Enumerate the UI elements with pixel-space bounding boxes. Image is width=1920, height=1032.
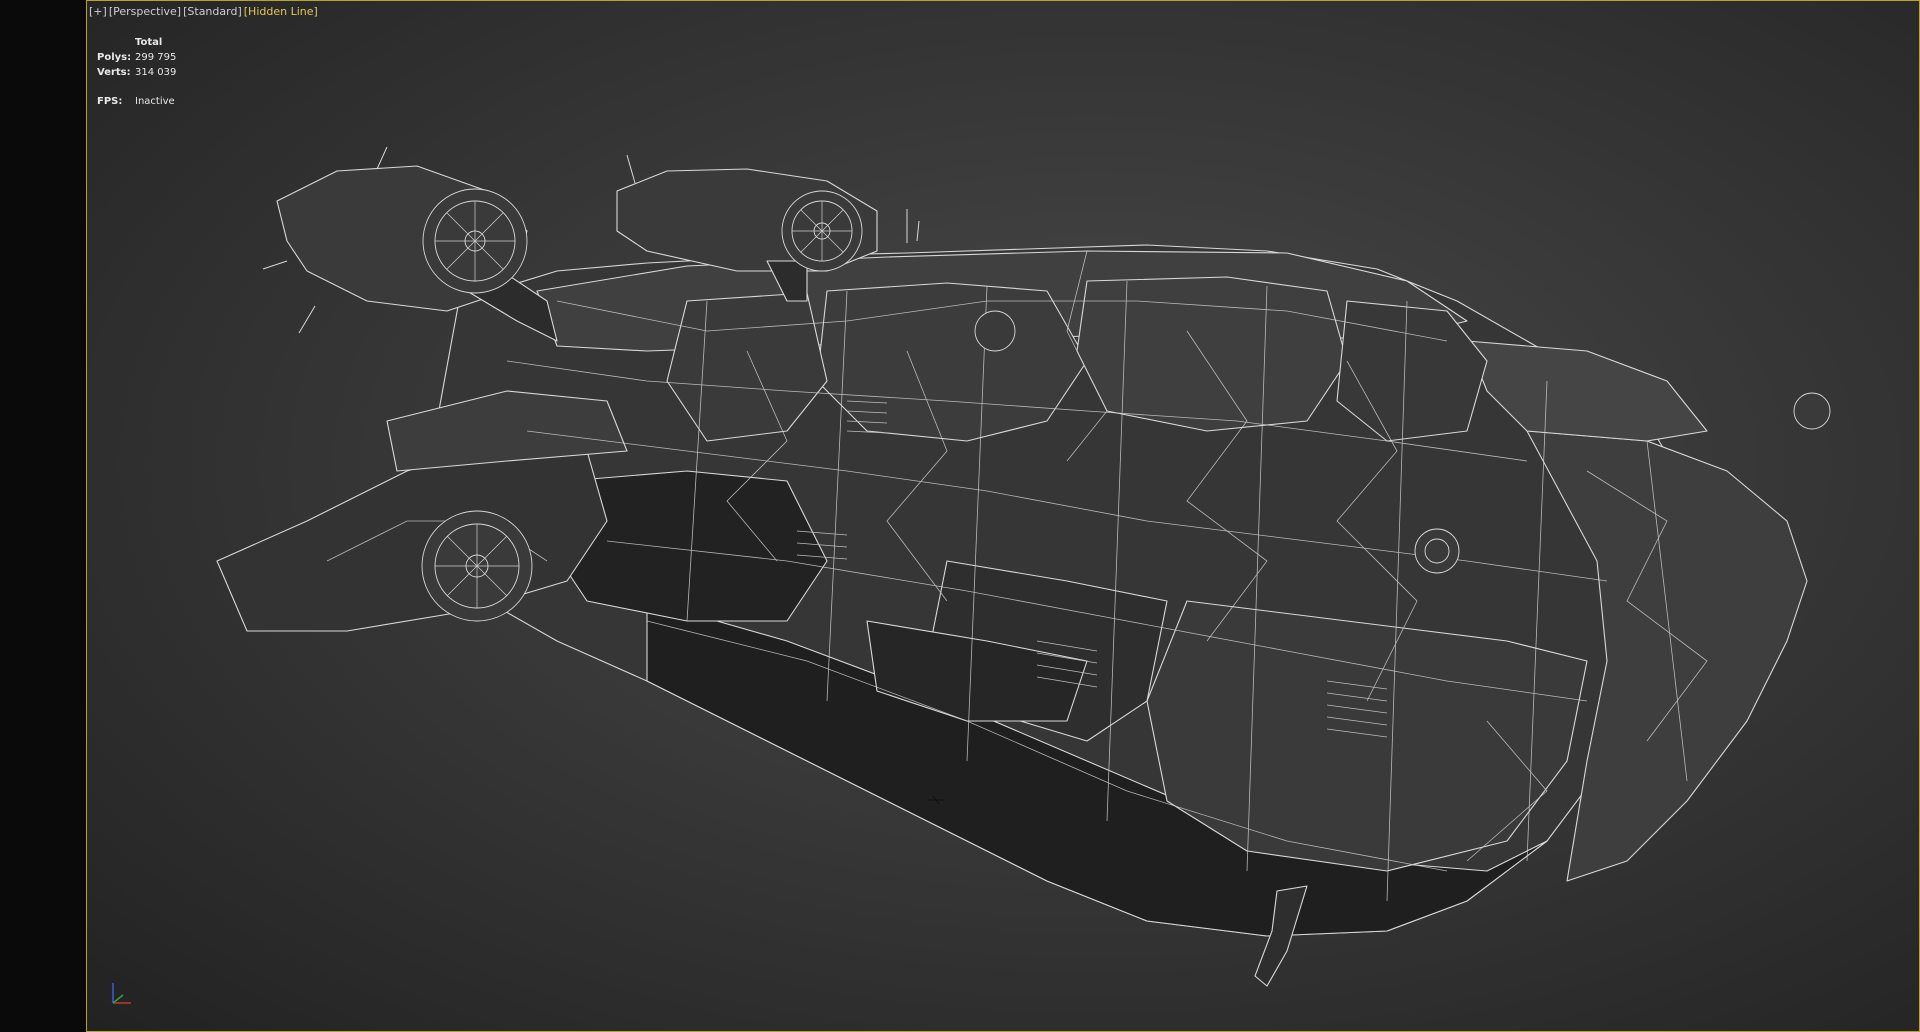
viewport-menu-plus[interactable]: [+] <box>89 5 107 18</box>
stats-verts-value: 314 039 <box>135 67 177 78</box>
transform-cursor-icon <box>928 795 944 805</box>
stats-fps-label: FPS: <box>97 96 123 107</box>
viewport-menu-perspective[interactable]: [Perspective] <box>109 5 181 18</box>
stats-verts-row: Verts: 314 039 <box>97 65 176 80</box>
viewport-label-bar: [+] [Perspective] [Standard] [Hidden Line] <box>89 5 320 18</box>
stats-fps-value: Inactive <box>135 96 175 107</box>
viewport-menu-standard[interactable]: [Standard] <box>183 5 242 18</box>
3ds-max-app: [+] [Perspective] [Standard] [Hidden Line] … <box>0 0 1920 1032</box>
left-panel <box>0 0 86 1032</box>
stats-polys-value: 299 795 <box>135 52 177 63</box>
stats-polys-row: Polys: 299 795 <box>97 50 176 65</box>
perspective-viewport[interactable]: [+] [Perspective] [Standard] [Hidden Line] … <box>86 0 1920 1032</box>
stats-verts-label: Verts: <box>97 67 131 78</box>
stats-fps-row: FPS: Inactive <box>97 94 176 109</box>
spaceship-wireframe-model[interactable] <box>87 1 1919 1031</box>
stats-polys-label: Polys: <box>97 52 132 63</box>
stats-header: Total <box>135 37 163 48</box>
viewport-menu-hidden-line[interactable]: [Hidden Line] <box>244 5 318 18</box>
xyz-axis-icon <box>112 983 131 1004</box>
scene-statistics: Total Polys: 299 795 Verts: 314 039 FPS:… <box>97 35 176 109</box>
